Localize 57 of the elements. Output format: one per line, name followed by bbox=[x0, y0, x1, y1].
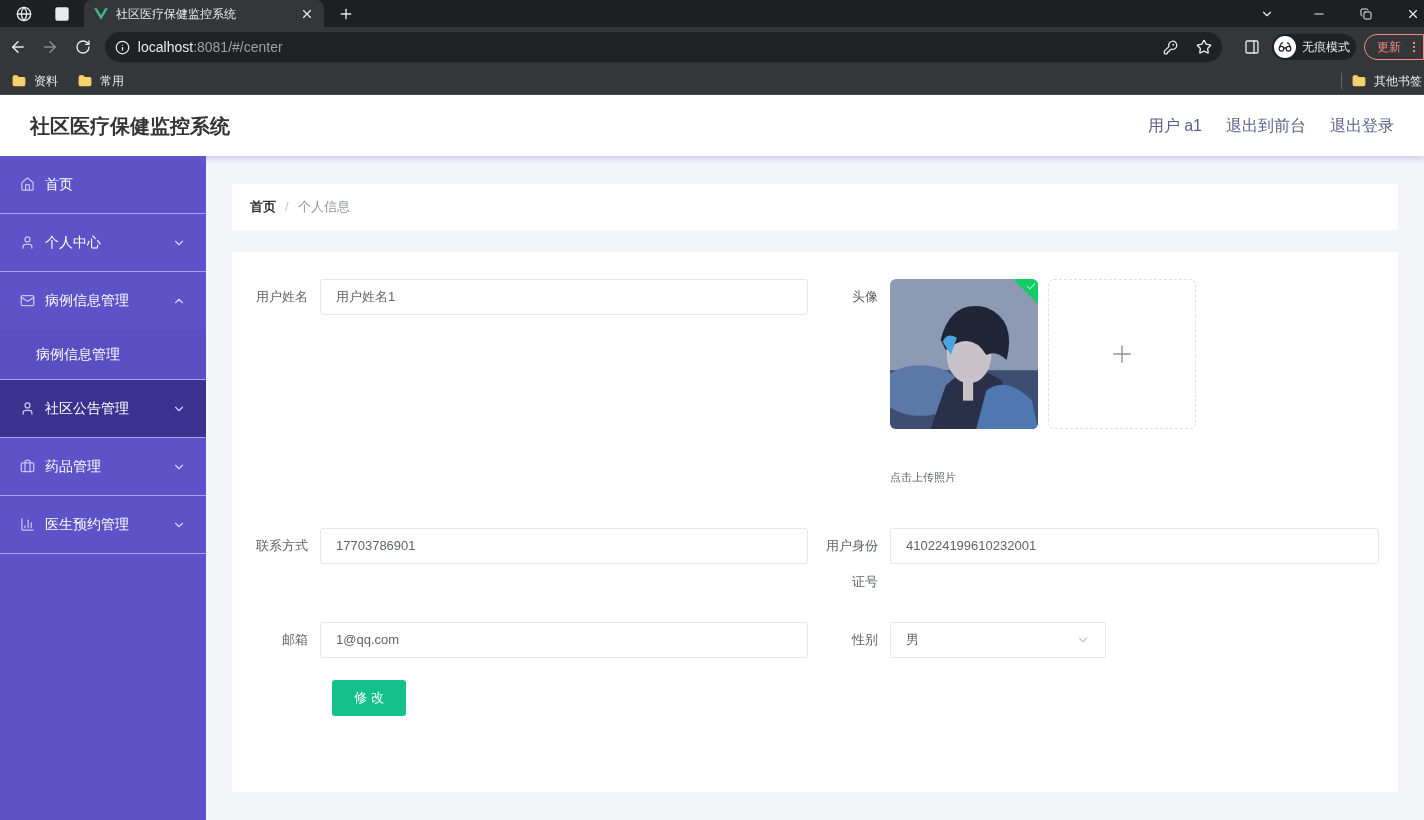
info-icon bbox=[114, 39, 130, 55]
tab-strip-icon[interactable] bbox=[54, 5, 70, 22]
home-icon bbox=[20, 177, 35, 192]
breadcrumb-separator: / bbox=[285, 198, 289, 217]
sidebar-item[interactable]: 社区公告管理 bbox=[0, 380, 206, 437]
submenu-item[interactable]: 病例信息管理 bbox=[0, 329, 206, 379]
browser-tab[interactable]: 社区医疗保健监控系统 bbox=[84, 0, 324, 27]
breadcrumb-item: 个人信息 bbox=[297, 198, 350, 217]
folder-icon bbox=[12, 73, 26, 88]
field-label: 用户身份证号 bbox=[825, 536, 879, 591]
user-icon bbox=[20, 235, 35, 250]
check-icon bbox=[1025, 280, 1037, 292]
upload-hint: 点击上传照片 bbox=[890, 470, 957, 485]
field-label: 联系方式 bbox=[255, 536, 309, 555]
side-panel-icon[interactable] bbox=[1244, 39, 1260, 55]
text-field[interactable]: 1@qq.com bbox=[320, 621, 808, 658]
field-label: 用户姓名 bbox=[255, 288, 309, 306]
field-label: 邮箱 bbox=[281, 630, 309, 649]
field-label: 性别 bbox=[851, 630, 879, 649]
sidebar-item[interactable]: 病例信息管理 bbox=[0, 272, 206, 329]
header-link[interactable]: 用户 a1 bbox=[1147, 113, 1202, 138]
bar-chart-icon bbox=[20, 517, 35, 532]
header-link[interactable]: 退出到前台 bbox=[1226, 113, 1306, 138]
url-host: localhost bbox=[137, 37, 194, 57]
bookmark[interactable]: 常用 bbox=[78, 71, 124, 90]
header-link[interactable]: 退出登录 bbox=[1330, 113, 1394, 138]
text-field[interactable]: 用户姓名1 bbox=[320, 279, 808, 315]
user-icon bbox=[20, 401, 35, 416]
folder-icon bbox=[1352, 73, 1366, 88]
incognito-chip[interactable]: 无痕模式 bbox=[1272, 34, 1356, 60]
briefcase-icon bbox=[20, 459, 35, 474]
sidebar-item[interactable]: 医生预约管理 bbox=[0, 496, 206, 553]
folder-icon bbox=[78, 73, 92, 88]
incognito-icon bbox=[1278, 40, 1292, 54]
text-field[interactable]: 17703786901 bbox=[320, 527, 808, 564]
star-icon[interactable] bbox=[1196, 39, 1213, 55]
field-label: 头像 bbox=[851, 288, 879, 306]
sidebar-item[interactable]: 药品管理 bbox=[0, 438, 206, 495]
other-bookmarks[interactable]: 其他书签 bbox=[1352, 71, 1424, 90]
sidebar-item[interactable]: 个人中心 bbox=[0, 214, 206, 271]
vue-logo-icon bbox=[94, 7, 108, 20]
url-path: :8081/#/center bbox=[193, 37, 283, 57]
globe-icon[interactable] bbox=[16, 5, 32, 22]
breadcrumb-item[interactable]: 首页 bbox=[250, 197, 276, 217]
tab-title: 社区医疗保健监控系统 bbox=[116, 5, 237, 23]
sidebar-item[interactable]: 首页 bbox=[0, 156, 206, 213]
bookmark[interactable]: 资料 bbox=[12, 71, 58, 90]
app-title: 社区医疗保健监控系统 bbox=[30, 113, 230, 139]
back-icon[interactable] bbox=[9, 38, 27, 56]
gender-select[interactable]: 男 bbox=[890, 621, 1106, 658]
restore-icon[interactable] bbox=[1360, 7, 1372, 20]
text-field[interactable]: 410224199610232001 bbox=[890, 527, 1379, 564]
address-bar[interactable]: localhost:8081/#/center bbox=[104, 32, 1223, 62]
mail-icon bbox=[20, 293, 35, 308]
reload-icon[interactable] bbox=[74, 39, 91, 55]
incognito-label: 无痕模式 bbox=[1302, 39, 1350, 56]
key-icon[interactable] bbox=[1163, 39, 1179, 55]
